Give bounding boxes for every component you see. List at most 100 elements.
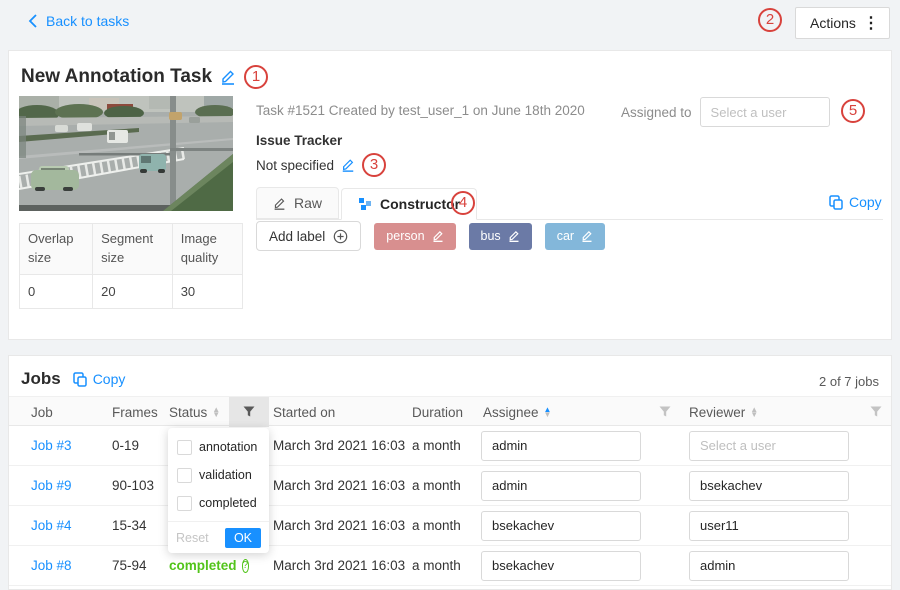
frames-cell: 0-19 [108,438,165,453]
checkbox-icon[interactable] [177,440,192,455]
edit-label-icon[interactable] [581,230,593,242]
filter-funnel-icon [659,406,671,418]
actions-button-label: Actions [810,15,856,31]
assignee-input[interactable] [481,471,641,501]
col-status[interactable]: Status ▲▼ [165,405,229,420]
edit-title-icon[interactable] [220,69,236,85]
back-chevron-icon [28,14,38,28]
edit-issue-tracker-icon[interactable] [341,158,355,172]
label-chip-person-name: person [386,229,424,243]
callout-5: 5 [841,99,865,123]
reviewer-sort-icon[interactable]: ▲▼ [750,407,758,417]
assignee-input[interactable] [481,431,641,461]
frames-cell: 75-94 [108,558,165,573]
started-cell: March 3rd 2021 16:03 [269,438,408,453]
actions-button[interactable]: Actions ⋮ [795,7,890,39]
started-cell: March 3rd 2021 16:03 [269,478,408,493]
col-reviewer[interactable]: Reviewer ▲▼ [681,405,861,420]
blocks-icon [358,197,372,211]
table-row: Job #3 0-19 March 3rd 2021 16:03 a month [9,426,891,466]
assignee-sort-icon[interactable]: ▲▼ [544,407,552,417]
assignee-filter-button[interactable] [649,397,681,427]
job-link[interactable]: Job #9 [31,478,72,493]
assignee-input[interactable] [481,551,641,581]
callout-3: 3 [362,153,386,177]
col-started-on[interactable]: Started on [269,405,408,420]
label-chip-car-name: car [557,229,574,243]
filter-option-validation[interactable]: validation [168,461,269,489]
edit-label-icon[interactable] [508,230,520,242]
task-params-table: Overlap size Segment size Image quality … [19,223,243,309]
reviewer-input[interactable] [689,551,849,581]
question-circle-icon[interactable]: ? [242,559,250,573]
frames-cell: 90-103 [108,478,165,493]
jobs-copy-link[interactable]: Copy [73,371,126,387]
col-duration[interactable]: Duration [408,405,473,420]
label-chip-bus[interactable]: bus [469,223,532,250]
filter-option-annotation[interactable]: annotation [168,433,269,461]
task-meta-text: Task #1521 Created by test_user_1 on Jun… [256,103,585,118]
copy-icon [73,372,87,387]
pencil-icon [273,197,286,210]
filter-reset-button[interactable]: Reset [176,531,209,545]
filter-ok-button[interactable]: OK [225,528,261,548]
page: Back to tasks 2 Actions ⋮ New Annotation… [0,0,900,590]
filter-funnel-icon [870,406,882,418]
assignee-input[interactable] [481,511,641,541]
job-link[interactable]: Job #3 [31,438,72,453]
reviewer-filter-button[interactable] [861,397,891,427]
back-link-label: Back to tasks [46,13,129,29]
add-label-button[interactable]: Add label [256,221,361,251]
callout-1: 1 [244,65,268,89]
plus-circle-icon [333,229,348,244]
label-chip-car[interactable]: car [545,223,605,250]
edit-label-icon[interactable] [432,230,444,242]
filter-option-label: validation [199,468,252,482]
started-cell: March 3rd 2021 16:03 [269,518,408,533]
tab-raw-label: Raw [294,195,322,211]
labels-copy-label: Copy [849,194,882,210]
traffic-scene-illustration [19,96,233,211]
table-row: Job #8 75-94 completed ? March 3rd 2021 … [9,546,891,586]
checkbox-icon[interactable] [177,468,192,483]
col-status-label: Status [169,405,207,420]
param-header-quality: Image quality [172,224,242,275]
col-assignee-label: Assignee [483,405,539,420]
callout-2: 2 [758,8,782,32]
param-value-segment: 20 [93,274,173,308]
assigned-to-label: Assigned to [621,105,692,120]
assigned-to-input[interactable] [700,97,830,127]
duration-cell: a month [408,478,473,493]
back-to-tasks-link[interactable]: Back to tasks [28,13,129,29]
job-link[interactable]: Job #4 [31,518,72,533]
param-header-segment: Segment size [93,224,173,275]
status-cell: completed ? [165,558,229,573]
duration-cell: a month [408,558,473,573]
jobs-card: Jobs Copy 2 of 7 jobs Job Frames Status … [8,355,892,590]
issue-tracker-value: Not specified [256,158,334,173]
jobs-count: 2 of 7 jobs [819,374,879,389]
top-bar: Back to tasks 2 Actions ⋮ [0,0,900,46]
filter-option-completed[interactable]: completed [168,489,269,517]
duration-cell: a month [408,438,473,453]
label-chip-person[interactable]: person [374,223,455,250]
labels-copy-link[interactable]: Copy [829,194,882,210]
status-filter-button[interactable] [229,397,269,427]
reviewer-input[interactable] [689,511,849,541]
callout-4: 4 [451,191,475,215]
issue-tracker-label: Issue Tracker [256,133,342,148]
table-row: Job #4 15-34 March 3rd 2021 16:03 a mont… [9,506,891,546]
tab-raw[interactable]: Raw [256,187,339,219]
reviewer-input[interactable] [689,471,849,501]
param-header-overlap: Overlap size [20,224,93,275]
status-sort-icon[interactable]: ▲▼ [212,407,220,417]
col-frames[interactable]: Frames [108,405,165,420]
reviewer-input[interactable] [689,431,849,461]
task-details-card: New Annotation Task 1 [8,50,892,340]
col-assignee[interactable]: Assignee ▲▼ [473,405,649,420]
checkbox-icon[interactable] [177,496,192,511]
col-job[interactable]: Job [9,405,108,420]
jobs-copy-label: Copy [93,371,126,387]
job-link[interactable]: Job #8 [31,558,72,573]
add-label-button-label: Add label [269,229,325,244]
